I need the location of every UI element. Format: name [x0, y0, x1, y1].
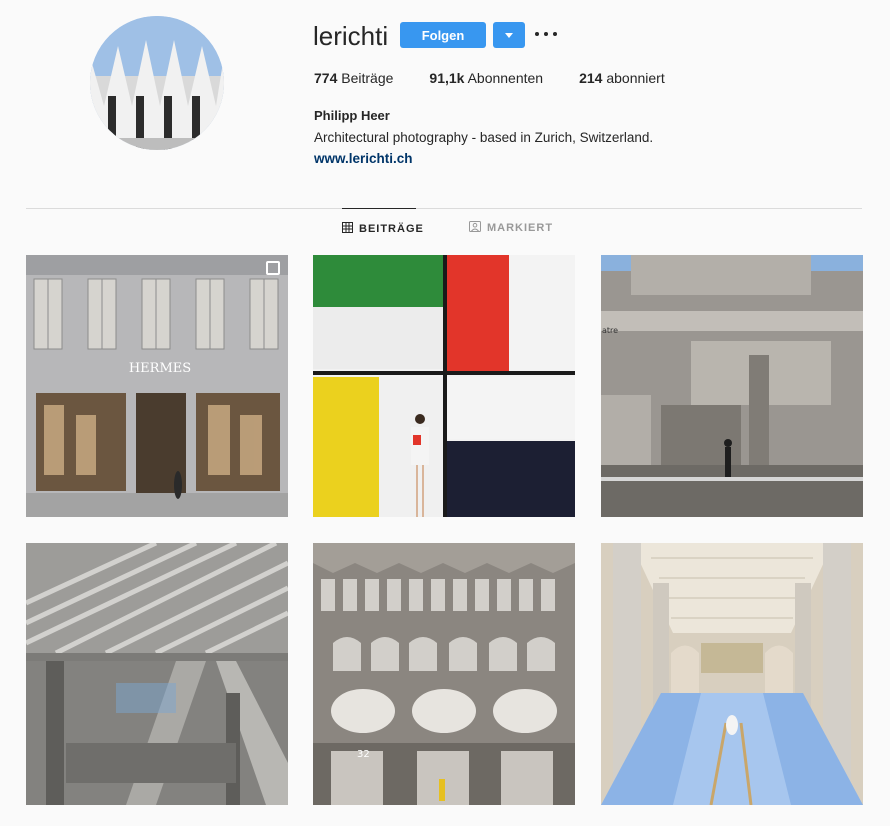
tagged-icon [469, 221, 481, 235]
profile-stats: 774 Beiträge 91,1k Abonnenten 214 abonni… [314, 70, 701, 86]
post-thumbnail[interactable]: HERMES [26, 255, 288, 517]
following-count: 214 [579, 70, 603, 86]
post-image-color-wall [313, 255, 575, 517]
profile-bio: Architectural photography - based in Zur… [314, 130, 654, 145]
more-dot-icon [544, 32, 548, 36]
profile-full-name: Philipp Heer [314, 108, 390, 123]
followers-label: Abonnenten [467, 70, 544, 86]
theatre-sign: atre [602, 326, 618, 335]
profile-username: lerichti [313, 21, 389, 51]
post-thumbnail[interactable]: atre [601, 255, 863, 517]
profile-avatar[interactable] [90, 16, 224, 150]
multiple-photos-icon [266, 261, 280, 275]
tab-posts[interactable]: BEITRÄGE [342, 208, 423, 248]
post-image-hermes-store: HERMES [26, 255, 288, 517]
followers-stat[interactable]: 91,1k Abonnenten [429, 70, 543, 86]
suggestions-dropdown-button[interactable] [493, 22, 525, 48]
hermes-sign: HERMES [129, 361, 191, 376]
more-dot-icon [553, 32, 557, 36]
building-number: 32 [357, 749, 370, 760]
tab-tagged-label: MARKIERT [487, 222, 554, 234]
profile-website-link[interactable]: www.lerichti.ch [314, 151, 413, 166]
tab-tagged[interactable]: MARKIERT [469, 208, 553, 248]
posts-count: 774 [314, 70, 338, 86]
post-thumbnail[interactable] [601, 543, 863, 805]
more-dot-icon [535, 32, 539, 36]
following-label: abonniert [606, 70, 665, 86]
chevron-down-icon [505, 32, 513, 38]
post-image-pool-hall [601, 543, 863, 805]
more-options-button[interactable] [535, 26, 557, 42]
post-image-station-ceiling [26, 543, 288, 805]
avatar-image [90, 16, 224, 150]
post-thumbnail[interactable] [313, 255, 575, 517]
posts-label: Beiträge [341, 70, 394, 86]
post-thumbnail[interactable] [26, 543, 288, 805]
post-image-concrete-stair: atre [601, 255, 863, 517]
tab-posts-label: BEITRÄGE [359, 222, 424, 235]
tabs-divider [26, 208, 862, 209]
follow-button[interactable]: Folgen [400, 22, 486, 48]
post-image-arched-facade: 32 [313, 543, 575, 805]
post-thumbnail[interactable]: 32 [313, 543, 575, 805]
posts-stat: 774 Beiträge [314, 70, 393, 86]
grid-icon [342, 221, 353, 236]
following-stat[interactable]: 214 abonniert [579, 70, 665, 86]
followers-count: 91,1k [429, 70, 465, 86]
